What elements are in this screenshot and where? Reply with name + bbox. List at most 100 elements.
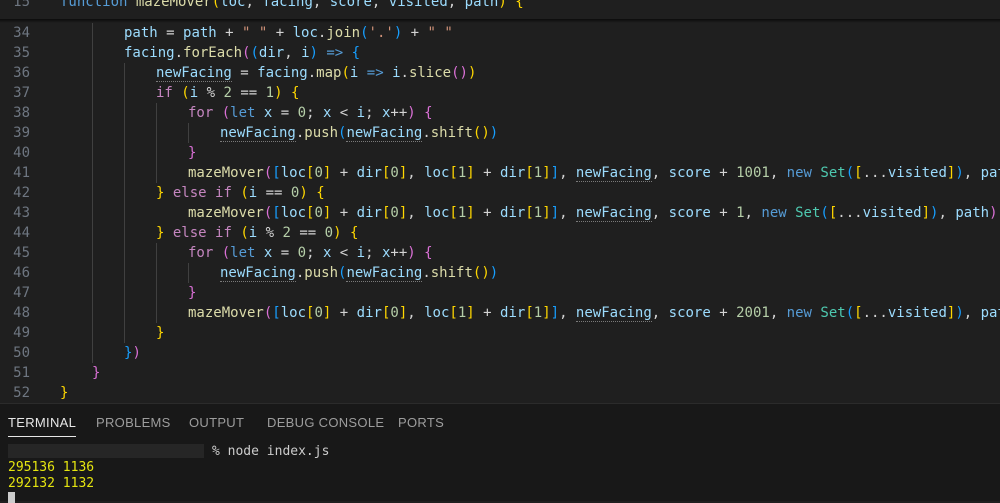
code-token: 1 — [265, 85, 275, 101]
code-token: < — [331, 105, 357, 121]
code-token: + — [474, 305, 501, 321]
code-token: push — [304, 125, 339, 141]
terminal-cursor — [8, 492, 15, 503]
code-token: , — [407, 165, 425, 181]
code-line[interactable]: 41 mazeMover([loc[0] + dir[0], loc[1] + d… — [0, 163, 1000, 183]
line-number: 44 — [13, 225, 30, 241]
code-token: , — [407, 305, 425, 321]
code-token: i — [356, 105, 366, 121]
code-line[interactable]: 39 newFacing.push(newFacing.shift()) — [0, 123, 1000, 143]
code-token: , — [938, 205, 956, 221]
code-line[interactable]: 46 newFacing.push(newFacing.shift()) — [0, 263, 1000, 283]
tab-output[interactable]: OUTPUT — [189, 412, 244, 434]
code-editor[interactable]: 15 function mazeMover(loc, facing, score,… — [0, 0, 1000, 403]
code-text: } else if (i % 2 == 0) { — [156, 223, 358, 243]
code-token: ) — [955, 165, 964, 181]
code-token: , — [559, 305, 576, 321]
code-token: == — [257, 185, 291, 201]
tab-terminal[interactable]: TERMINAL — [8, 412, 77, 437]
code-token: { — [515, 0, 524, 10]
code-token: for — [188, 245, 214, 261]
code-line[interactable]: 43 mazeMover([loc[0] + dir[0], loc[1] + d… — [0, 203, 1000, 223]
code-line[interactable]: 50}) — [0, 343, 1000, 363]
code-line[interactable]: 15 function mazeMover(loc, facing, score,… — [0, 0, 1000, 12]
code-token: ] — [542, 305, 551, 321]
tab-debug-console[interactable]: DEBUG CONSOLE — [267, 412, 384, 434]
code-line[interactable]: 49} — [0, 323, 1000, 343]
code-token: newFacing — [575, 305, 652, 322]
tab-problems[interactable]: PROBLEMS — [96, 412, 171, 434]
code-token: == — [231, 85, 266, 101]
code-token: else if — [172, 185, 232, 201]
tab-ports[interactable]: PORTS — [398, 412, 444, 434]
code-token: ) — [299, 185, 308, 201]
code-token: mazeMover — [135, 0, 212, 10]
code-token: ] — [542, 205, 551, 221]
code-token: ] — [398, 305, 408, 321]
code-token: i — [392, 65, 401, 81]
code-line[interactable]: 34 path = path + " " + loc.join('.') + " … — [0, 23, 1000, 43]
code-token: ] — [398, 165, 408, 181]
code-token: () — [451, 65, 468, 81]
code-line[interactable]: 42} else if (i == 0) { — [0, 183, 1000, 203]
code-line[interactable]: 35 facing.forEach((dir, i) => { — [0, 43, 1000, 63]
code-text: newFacing.push(newFacing.shift()) — [220, 263, 498, 283]
code-token: , — [447, 0, 465, 10]
code-token: ) — [333, 225, 342, 241]
code-token: i — [301, 45, 310, 61]
code-token: , — [407, 205, 425, 221]
code-token: 0 — [324, 225, 334, 241]
code-line[interactable]: 44 } else if (i % 2 == 0) { — [0, 223, 1000, 243]
code-line[interactable]: 45 for (let x = 0; x < i; x++) { — [0, 243, 1000, 263]
line-number: 38 — [13, 105, 30, 121]
code-token: ) — [407, 245, 416, 261]
code-text: } — [188, 283, 196, 303]
code-token: else if — [172, 225, 232, 241]
code-token: dir — [500, 205, 526, 221]
code-token: ) — [498, 0, 507, 10]
code-token: dir — [258, 45, 285, 61]
bottom-panel: TERMINAL PROBLEMS OUTPUT DEBUG CONSOLE PORTS… — [0, 403, 1000, 503]
terminal-command: % node index.js — [212, 444, 330, 459]
code-line[interactable]: 38 for (let x = 0; x < i; x++) { — [0, 103, 1000, 123]
code-token: ) — [393, 25, 403, 41]
code-token: 0 — [297, 105, 307, 121]
code-line[interactable]: 37 if (i % 2 == 1) { — [0, 83, 1000, 103]
code-token: dir — [356, 165, 382, 181]
code-line[interactable]: 40} — [0, 143, 1000, 163]
code-token: = — [231, 65, 258, 81]
terminal-area[interactable]: % node index.js 295136 1136 292132 1132 — [0, 440, 1000, 503]
code-token: ] — [550, 165, 560, 181]
code-token: ( — [211, 0, 221, 10]
code-line[interactable]: 48 mazeMover([loc[0] + dir[0], loc[1] + d… — [0, 303, 1000, 323]
code-token: ( — [240, 185, 249, 201]
code-text: mazeMover([loc[0] + dir[0], loc[1] + dir… — [188, 303, 1000, 323]
code-token: + — [216, 25, 243, 41]
code-line[interactable]: 52} — [0, 383, 1000, 403]
code-token: [ — [272, 165, 281, 181]
code-token: mazeMover — [188, 165, 264, 181]
code-token: + — [331, 305, 357, 321]
line-number: 48 — [13, 305, 30, 321]
line-number: 43 — [13, 205, 30, 221]
code-token: newFacing — [575, 205, 652, 222]
code-line[interactable]: 36 newFacing = facing.map(i => i.slice()) — [0, 63, 1000, 83]
code-token: loc — [424, 165, 450, 181]
code-token: } — [188, 145, 197, 161]
code-line[interactable]: 51} — [0, 363, 1000, 383]
code-line[interactable]: 47} — [0, 283, 1000, 303]
code-token: 0 — [297, 245, 307, 261]
code-token: } — [188, 285, 197, 301]
code-token: 0 — [390, 205, 399, 221]
code-token: + — [331, 165, 357, 181]
code-token: => — [366, 65, 384, 81]
code-token: [ — [272, 305, 281, 321]
code-token: , — [559, 165, 576, 181]
code-token: ) — [467, 65, 477, 81]
code-token: 1 — [736, 205, 745, 221]
line-number: 46 — [13, 265, 30, 281]
